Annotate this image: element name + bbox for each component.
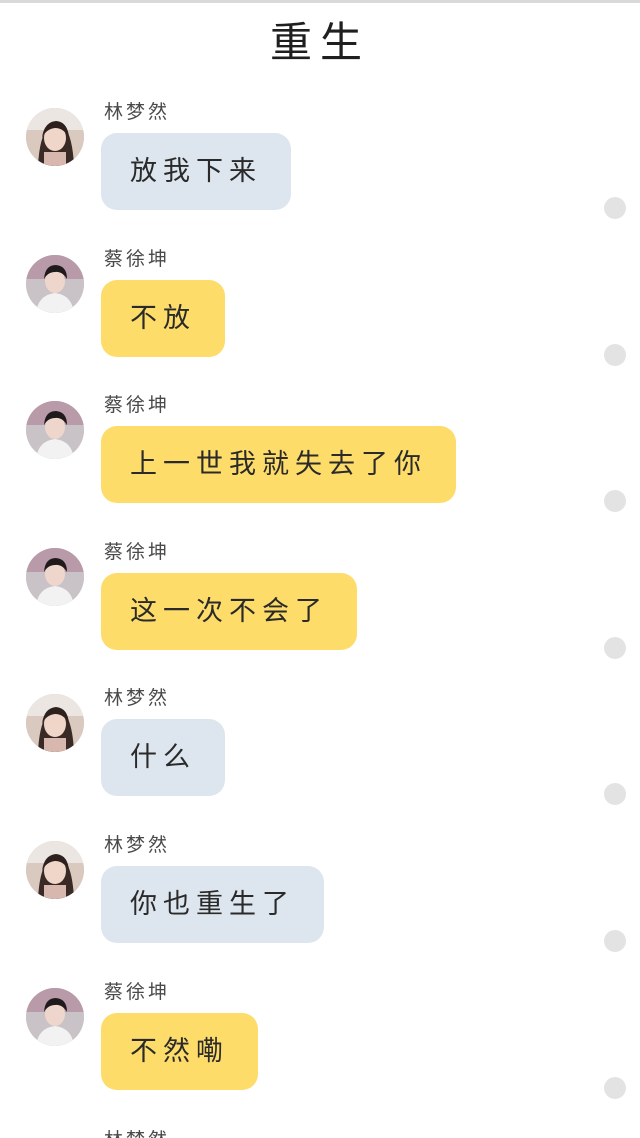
message-bubble[interactable]: 不然嘞 (101, 1012, 258, 1090)
avatar[interactable] (26, 694, 84, 753)
male-avatar-icon (26, 401, 84, 460)
avatar[interactable] (26, 987, 84, 1046)
message-bubble[interactable]: 什么 (101, 719, 225, 797)
chat-message: 林梦然 放我下来 (0, 100, 640, 247)
avatar[interactable] (26, 108, 84, 166)
sender-name: 蔡徐坤 (104, 980, 171, 1003)
avatar[interactable] (26, 401, 84, 460)
male-avatar-icon (26, 547, 84, 606)
partial-chat-message: 林梦然 (0, 1128, 640, 1138)
sender-name: 蔡徐坤 (104, 394, 171, 417)
status-dot (604, 929, 626, 952)
sender-name: 林梦然 (104, 833, 171, 856)
message-bubble[interactable]: 放我下来 (101, 133, 291, 210)
male-avatar-icon (26, 987, 84, 1046)
chat-message: 林梦然 什么 (0, 686, 640, 833)
message-bubble[interactable]: 不放 (101, 279, 225, 357)
chat-message: 林梦然 你也重生了 (0, 833, 640, 980)
sender-name: 蔡徐坤 (104, 247, 171, 270)
chat-message: 蔡徐坤 不放 (0, 247, 640, 394)
message-bubble[interactable]: 上一世我就失去了你 (101, 426, 456, 504)
status-dot (604, 636, 626, 659)
status-dot (604, 783, 626, 806)
status-dot (604, 1076, 626, 1099)
chat-message: 蔡徐坤 上一世我就失去了你 (0, 393, 640, 540)
chat-list[interactable]: 林梦然 放我下来 蔡徐坤 不放 蔡徐坤 上一世我就失去了你 蔡徐坤 这一次不会了… (0, 100, 640, 1126)
top-divider (0, 0, 640, 3)
male-avatar-icon (26, 254, 84, 313)
sender-name: 林梦然 (104, 101, 171, 123)
avatar[interactable] (26, 840, 84, 899)
sender-name: 林梦然 (104, 1128, 170, 1138)
chat-message: 蔡徐坤 这一次不会了 (0, 540, 640, 687)
status-dot (604, 197, 626, 219)
avatar[interactable] (26, 254, 84, 313)
female-avatar-icon (26, 108, 84, 166)
status-dot (604, 490, 626, 513)
avatar[interactable] (26, 547, 84, 606)
page-title: 重生 (269, 18, 370, 67)
status-dot (604, 343, 626, 366)
sender-name: 蔡徐坤 (104, 540, 171, 563)
female-avatar-icon (26, 694, 84, 753)
chat-message: 蔡徐坤 不然嘞 (0, 980, 640, 1127)
sender-name: 林梦然 (104, 687, 171, 710)
female-avatar-icon (26, 840, 84, 899)
message-bubble[interactable]: 你也重生了 (101, 865, 324, 943)
message-bubble[interactable]: 这一次不会了 (101, 572, 357, 650)
